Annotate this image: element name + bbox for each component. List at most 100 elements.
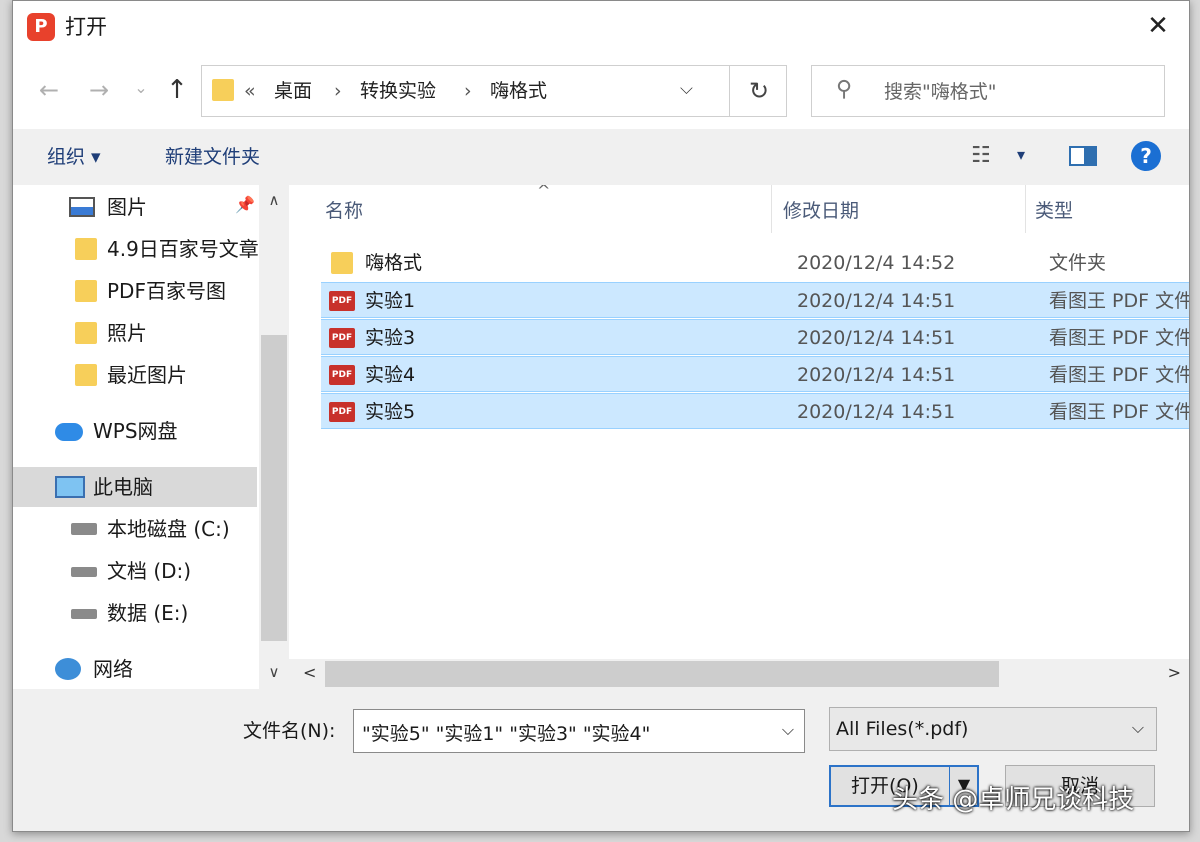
sidebar-item-folder-photos[interactable]: 照片 [13, 313, 257, 353]
sidebar-item-wps-cloud[interactable]: WPS网盘 [13, 411, 257, 451]
sidebar-item-folder-recent-pictures[interactable]: 最近图片 [13, 355, 257, 395]
sidebar-item-network[interactable]: 网络 [13, 649, 257, 689]
file-type: 看图王 PDF 文件 [1049, 290, 1189, 312]
pin-icon[interactable]: 📌 [235, 195, 255, 214]
pictures-icon [69, 197, 95, 217]
file-type-filter-value: All Files(*.pdf) [836, 718, 969, 740]
sidebar-item-pictures[interactable]: 图片 📌 [13, 187, 257, 227]
sidebar-item-label: 4.9日百家号文章 [107, 237, 259, 261]
sidebar-item-label: 本地磁盘 (C:) [107, 517, 230, 541]
file-type: 看图王 PDF 文件 [1049, 327, 1189, 349]
network-icon [55, 658, 81, 680]
scrollbar-thumb[interactable] [261, 335, 287, 641]
file-type-filter-select[interactable]: All Files(*.pdf) ⌵ [829, 707, 1157, 751]
navigation-pane: 图片 📌 4.9日百家号文章 PDF百家号图 照片 最近图片 WPS网盘 此电脑 [13, 185, 289, 689]
folder-icon [75, 322, 97, 344]
address-overflow-icon[interactable]: « [244, 78, 256, 104]
file-row-folder[interactable]: 嗨格式 2020/12/4 14:52 文件夹 [321, 245, 1189, 281]
folder-icon [75, 238, 97, 260]
folder-icon [212, 79, 234, 101]
filename-label: 文件名(N): [243, 720, 336, 742]
address-dropdown-icon[interactable]: ⌵ [680, 79, 693, 99]
column-header-type[interactable]: 类型 [1035, 197, 1073, 225]
file-name: 实验5 [365, 401, 416, 423]
file-name: 实验3 [365, 327, 416, 349]
file-row-pdf[interactable]: PDF 实验1 2020/12/4 14:51 看图王 PDF 文件 [321, 282, 1189, 318]
sidebar-item-drive-c[interactable]: 本地磁盘 (C:) [13, 509, 257, 549]
pdf-icon: PDF [329, 402, 355, 422]
column-header-date[interactable]: 修改日期 [783, 197, 859, 225]
sidebar-item-label: 此电脑 [93, 475, 153, 499]
sidebar-item-label: 数据 (E:) [107, 601, 189, 625]
sidebar-item-label: 文档 (D:) [107, 559, 192, 583]
sidebar-item-folder-articles[interactable]: 4.9日百家号文章 [13, 229, 259, 269]
address-bar[interactable]: « 桌面 › 转换实验 › 嗨格式 ⌵ ↻ [201, 65, 787, 117]
column-divider[interactable] [1025, 185, 1026, 233]
up-arrow-icon[interactable]: ↑ [163, 75, 191, 105]
folder-icon [331, 252, 353, 274]
pdf-icon: PDF [329, 328, 355, 348]
scroll-down-icon[interactable]: ∨ [259, 663, 289, 681]
forward-arrow-icon[interactable]: → [85, 75, 113, 105]
filter-dropdown-icon[interactable]: ⌵ [1132, 718, 1144, 738]
breadcrumb-separator-icon[interactable]: › [464, 78, 472, 104]
file-date: 2020/12/4 14:51 [797, 327, 956, 349]
command-toolbar: 组织 ▾ 新建文件夹 ☷ ▾ ? [13, 129, 1189, 185]
sidebar-item-this-pc[interactable]: 此电脑 [13, 467, 257, 507]
sidebar-item-label: 最近图片 [107, 363, 187, 387]
column-header-name[interactable]: 名称 [325, 197, 363, 225]
navigation-bar: ← → ⌄ ↑ « 桌面 › 转换实验 › 嗨格式 ⌵ ↻ ⚲ [13, 53, 1189, 129]
file-name: 实验1 [365, 290, 416, 312]
file-type: 看图王 PDF 文件 [1049, 401, 1189, 423]
folder-icon [75, 280, 97, 302]
file-name: 嗨格式 [365, 252, 423, 274]
file-row-pdf[interactable]: PDF 实验3 2020/12/4 14:51 看图王 PDF 文件 [321, 319, 1189, 355]
close-button[interactable]: ✕ [1143, 11, 1173, 41]
scroll-up-icon[interactable]: ∧ [259, 191, 289, 209]
change-view-icon[interactable]: ☷ [971, 143, 991, 168]
scroll-left-icon[interactable]: < [303, 663, 316, 682]
open-file-dialog: P 打开 ✕ ← → ⌄ ↑ « 桌面 › 转换实验 › 嗨格式 ⌵ ↻ ⚲ 组… [12, 0, 1190, 832]
folder-icon [75, 364, 97, 386]
file-date: 2020/12/4 14:52 [797, 252, 956, 274]
scroll-right-icon[interactable]: > [1168, 663, 1181, 682]
file-date: 2020/12/4 14:51 [797, 401, 956, 423]
filename-combobox[interactable]: ⌵ [353, 709, 805, 753]
file-name: 实验4 [365, 364, 416, 386]
scrollbar-thumb[interactable] [325, 661, 999, 687]
breadcrumb-desktop[interactable]: 桌面 [274, 78, 312, 104]
sort-ascending-icon: ^ [537, 185, 551, 200]
sidebar-item-drive-e[interactable]: 数据 (E:) [13, 593, 257, 633]
breadcrumb-separator-icon[interactable]: › [334, 78, 342, 104]
file-date: 2020/12/4 14:51 [797, 290, 956, 312]
file-row-pdf[interactable]: PDF 实验4 2020/12/4 14:51 看图王 PDF 文件 [321, 356, 1189, 392]
sidebar-item-drive-d[interactable]: 文档 (D:) [13, 551, 257, 591]
recent-locations-chevron-icon[interactable]: ⌄ [127, 73, 155, 103]
search-icon: ⚲ [836, 77, 853, 102]
help-icon[interactable]: ? [1131, 141, 1161, 171]
column-divider[interactable] [771, 185, 772, 233]
watermark-text: 头条 @卓师兄谈科技 [892, 785, 1135, 815]
computer-icon [55, 476, 85, 498]
breadcrumb-conversion-test[interactable]: 转换实验 [360, 78, 436, 104]
file-row-pdf[interactable]: PDF 实验5 2020/12/4 14:51 看图王 PDF 文件 [321, 393, 1189, 429]
organize-menu-button[interactable]: 组织 ▾ [47, 143, 101, 171]
filename-input[interactable] [360, 718, 764, 746]
title-bar: P 打开 ✕ [13, 1, 1189, 53]
back-arrow-icon[interactable]: ← [35, 75, 63, 105]
search-box[interactable]: ⚲ [811, 65, 1165, 117]
sidebar-item-label: PDF百家号图 [107, 279, 226, 303]
search-input[interactable] [882, 78, 1156, 106]
sidebar-scrollbar[interactable]: ∧ ∨ [259, 185, 289, 689]
filename-dropdown-icon[interactable]: ⌵ [782, 720, 794, 740]
new-folder-button[interactable]: 新建文件夹 [165, 143, 260, 171]
breadcrumb-current-folder[interactable]: 嗨格式 [490, 78, 547, 104]
sidebar-item-label: WPS网盘 [93, 419, 178, 443]
sidebar-item-folder-pdf-images[interactable]: PDF百家号图 [13, 271, 257, 311]
drive-icon [71, 567, 97, 577]
preview-pane-icon[interactable] [1069, 146, 1097, 166]
view-options-dropdown-icon[interactable]: ▾ [1017, 145, 1025, 164]
refresh-icon[interactable]: ↻ [729, 66, 788, 116]
sidebar-item-label: 图片 [107, 195, 147, 219]
horizontal-scrollbar[interactable]: < > [289, 659, 1189, 689]
